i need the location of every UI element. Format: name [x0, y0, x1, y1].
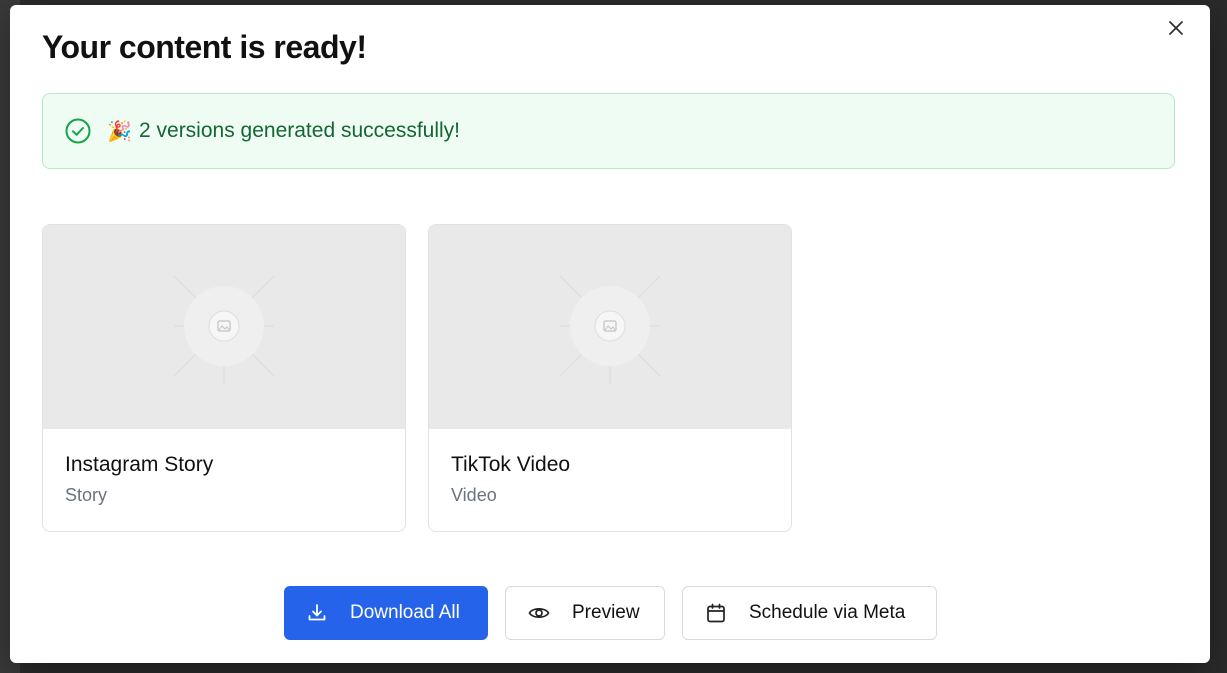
preview-button[interactable]: Preview — [505, 586, 665, 640]
image-placeholder-icon — [559, 275, 661, 385]
schedule-label: Schedule via Meta — [749, 602, 906, 623]
modal-actions: Download All Preview Schedule via Meta — [284, 586, 937, 640]
card-subtitle: Story — [65, 485, 108, 505]
party-popper-emoji: 🎉 — [107, 120, 132, 143]
success-alert: 🎉 2 versions generated successfully! — [42, 93, 1175, 169]
version-cards: Instagram Story Story TikTok Video Video — [42, 224, 792, 532]
card-title: TikTok Video — [451, 453, 571, 476]
card-title: Instagram Story — [65, 453, 214, 476]
success-message: 2 versions generated successfully! — [139, 119, 460, 142]
download-icon — [306, 602, 328, 624]
download-all-button[interactable]: Download All — [284, 586, 488, 640]
version-card-tiktok-video[interactable]: TikTok Video Video — [428, 224, 792, 532]
close-icon — [1169, 21, 1183, 35]
image-placeholder-icon — [173, 275, 275, 385]
calendar-icon — [705, 602, 727, 624]
content-ready-modal: Your content is ready! 🎉 2 versions gene… — [10, 5, 1210, 663]
check-circle-icon — [65, 117, 93, 145]
card-thumbnail — [43, 225, 405, 429]
preview-label: Preview — [572, 602, 640, 623]
card-thumbnail — [429, 225, 791, 429]
modal-title: Your content is ready! — [42, 29, 367, 65]
close-button[interactable] — [1165, 17, 1187, 39]
schedule-via-meta-button[interactable]: Schedule via Meta — [682, 586, 937, 640]
download-all-label: Download All — [350, 602, 460, 623]
card-subtitle: Video — [451, 485, 497, 505]
version-card-instagram-story[interactable]: Instagram Story Story — [42, 224, 406, 532]
eye-icon — [528, 602, 550, 624]
